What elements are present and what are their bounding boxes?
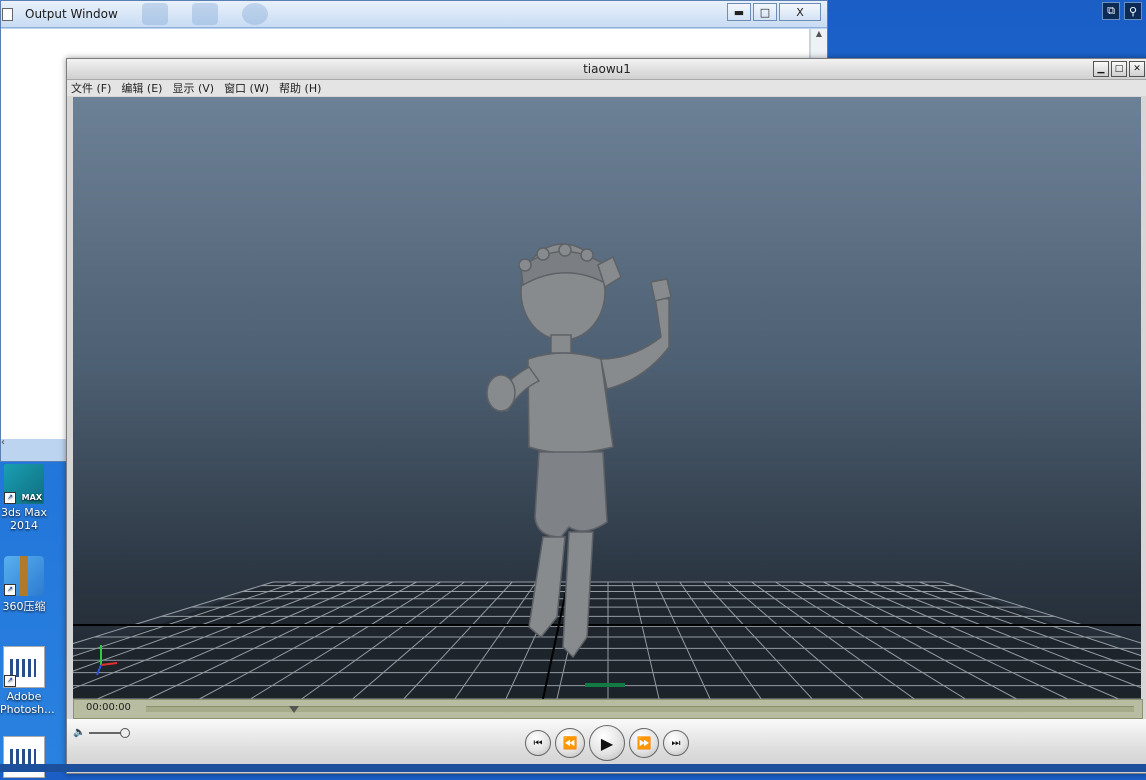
taskbar[interactable] [0,764,1146,772]
menu-file[interactable]: 文件 (F) [71,80,111,96]
document-icon: ↗ [3,646,45,688]
menu-window[interactable]: 窗口 (W) [224,80,269,96]
skip-to-start-button[interactable]: ⏮ [525,730,551,756]
speaker-icon[interactable]: 🔈 [73,727,85,738]
minimize-button[interactable]: ▬ [727,3,751,21]
output-window-titlebar[interactable]: Output Window ▬ □ X [1,1,827,28]
document-icon [2,7,13,21]
timeline-bar[interactable]: 00:00:00 [73,699,1143,719]
faded-app-icon [241,3,268,25]
skip-to-end-button[interactable]: ⏭ [663,730,689,756]
viewer-titlebar[interactable]: tiaowu1 ▁ □ ✕ [67,59,1146,80]
desktop-icon-label: 2014 [10,519,38,532]
maximize-button[interactable]: □ [753,3,777,21]
desktop-icon-360zip[interactable]: ↗ 360压缩 [0,556,48,614]
3dsmax-icon: MAX ↗ [4,464,44,504]
volume-knob[interactable] [120,727,131,738]
maximize-button[interactable]: □ [1111,61,1127,77]
scroll-left-icon[interactable]: ‹ [1,437,5,448]
faded-app-icon [141,3,168,25]
restore-icon[interactable]: ⧉ [1102,2,1120,20]
viewport-scene [73,243,1141,699]
desktop-icon-label: Photosh... [0,703,55,716]
output-window-title: Output Window [25,7,118,21]
desktop-icon-3dsmax[interactable]: MAX ↗ 3ds Max 2014 [0,464,48,532]
desktop-icon-document[interactable] [0,736,48,780]
volume-slider[interactable] [89,727,131,738]
360zip-icon: ↗ [4,556,44,596]
timeline-track[interactable] [146,706,1134,713]
close-button[interactable]: ✕ [1129,61,1145,77]
menu-edit[interactable]: 编辑 (E) [121,80,162,96]
shortcut-arrow-icon: ↗ [4,584,16,596]
close-button[interactable]: X [779,3,821,21]
play-button[interactable]: ▶ [589,725,625,761]
menu-bar: 文件 (F) 编辑 (E) 显示 (V) 窗口 (W) 帮助 (H) [67,80,1146,96]
shortcut-arrow-icon: ↗ [4,492,16,504]
desktop-icon-label: 360压缩 [2,600,46,613]
desktop-icon-label: 3ds Max [1,506,47,519]
timeline-scrubber[interactable] [289,706,300,713]
ground-marker [585,683,625,687]
viewer-title: tiaowu1 [583,62,631,76]
menu-view[interactable]: 显示 (V) [172,80,214,96]
system-tray-buttons: ⧉ ⚲ [1102,2,1142,20]
desktop-icon-label: Adobe [6,690,42,703]
menu-help[interactable]: 帮助 (H) [279,80,321,96]
volume-control[interactable]: 🔈 [73,727,131,738]
fast-forward-button[interactable]: ⏩ [629,728,659,758]
shortcut-arrow-icon: ↗ [4,675,16,687]
viewer-window[interactable]: tiaowu1 ▁ □ ✕ 文件 (F) 编辑 (E) 显示 (V) 窗口 (W… [66,58,1146,774]
desktop-icon-photoshop[interactable]: ↗ Adobe Photosh... [0,646,55,716]
minimize-button[interactable]: ▁ [1093,61,1109,77]
magnifier-icon[interactable]: ⚲ [1124,2,1142,20]
faded-app-icon [191,3,218,25]
rewind-button[interactable]: ⏪ [555,728,585,758]
ground-grid [73,581,1141,699]
3d-viewport[interactable] [73,97,1141,699]
scroll-up-icon[interactable]: ▲ [811,29,827,38]
time-readout: 00:00:00 [86,702,131,713]
